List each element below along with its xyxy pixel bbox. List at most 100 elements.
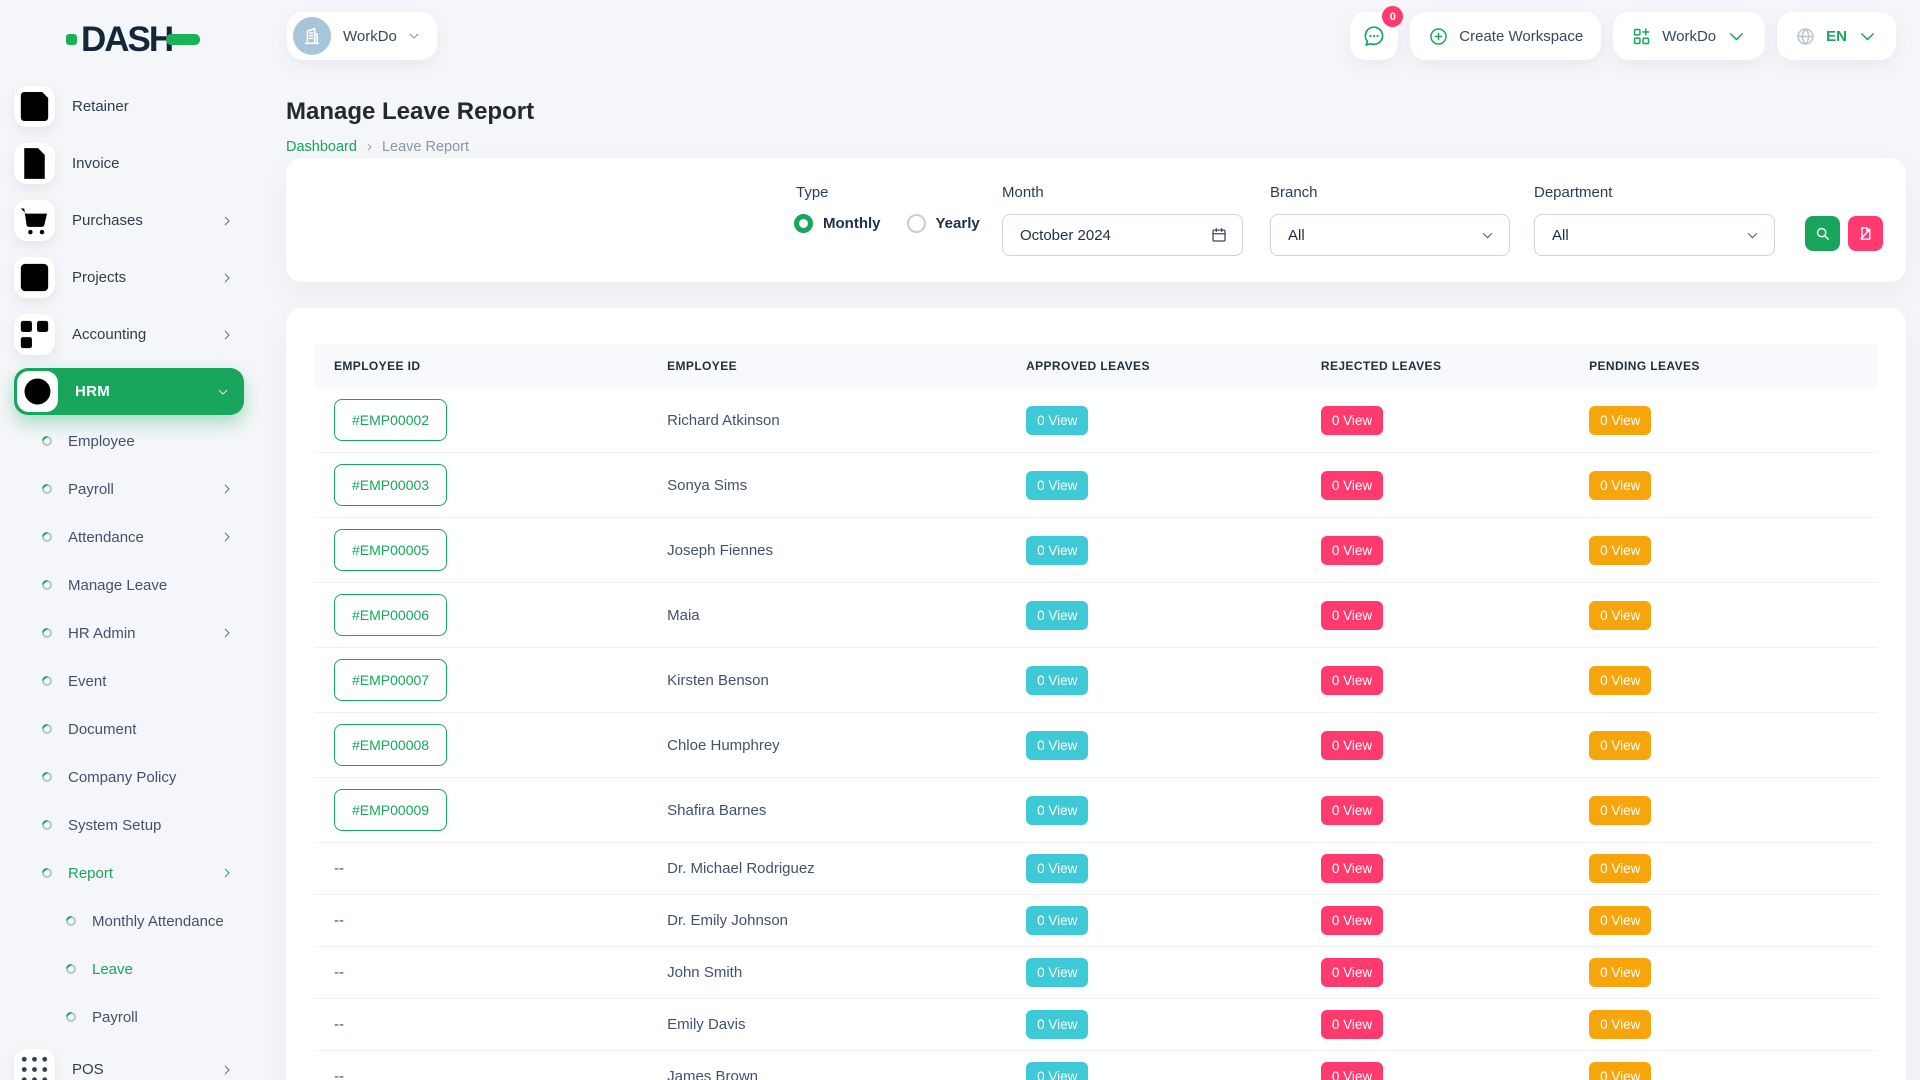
table-row: --Emily Davis0 View0 View0 View <box>314 998 1878 1050</box>
pending-view-badge[interactable]: 0 View <box>1589 666 1651 695</box>
rejected-leaves-cell: 0 View <box>1301 895 1569 946</box>
employee-id-badge[interactable]: #EMP00007 <box>334 659 447 701</box>
rejected-view-badge[interactable]: 0 View <box>1321 1010 1383 1039</box>
rejected-view-badge[interactable]: 0 View <box>1321 731 1383 760</box>
employee-name-cell: James Brown <box>647 1057 1006 1080</box>
sidebar-item-projects[interactable]: Projects <box>14 249 244 306</box>
employee-id-badge[interactable]: #EMP00009 <box>334 789 447 831</box>
pending-view-badge[interactable]: 0 View <box>1589 536 1651 565</box>
pending-view-badge[interactable]: 0 View <box>1589 1010 1651 1039</box>
employee-id-badge[interactable]: #EMP00003 <box>334 464 447 506</box>
breadcrumb-dashboard-link[interactable]: Dashboard <box>286 139 357 155</box>
approved-leaves-cell: 0 View <box>1006 947 1301 998</box>
sidebar-item-accounting[interactable]: Accounting <box>14 306 244 363</box>
sidebar-item-retainer[interactable]: Retainer <box>14 78 244 135</box>
approved-view-badge[interactable]: 0 View <box>1026 958 1088 987</box>
employee-id-badge[interactable]: #EMP00002 <box>334 399 447 441</box>
employee-id-cell: -- <box>314 1057 647 1080</box>
rejected-view-badge[interactable]: 0 View <box>1321 854 1383 883</box>
workspace-selector[interactable]: WorkDo <box>287 12 437 60</box>
rejected-view-badge[interactable]: 0 View <box>1321 471 1383 500</box>
sidebar-item-document[interactable]: Document <box>14 705 244 753</box>
employee-id-badge[interactable]: #EMP00008 <box>334 724 447 766</box>
sidebar-item-report[interactable]: Report <box>14 849 244 897</box>
breadcrumb-separator: › <box>367 138 372 155</box>
pending-view-badge[interactable]: 0 View <box>1589 1062 1651 1080</box>
chat-icon <box>1362 24 1386 48</box>
approved-view-badge[interactable]: 0 View <box>1026 1010 1088 1039</box>
bullet-icon <box>40 770 54 784</box>
pending-view-badge[interactable]: 0 View <box>1589 906 1651 935</box>
month-label: Month <box>1002 184 1044 201</box>
sidebar-item-attendance[interactable]: Attendance <box>14 513 244 561</box>
sidebar-item-pos[interactable]: POS <box>14 1041 244 1080</box>
department-select[interactable]: All <box>1534 214 1775 256</box>
messages-button[interactable]: 0 <box>1350 12 1398 60</box>
approved-view-badge[interactable]: 0 View <box>1026 471 1088 500</box>
column-header-approved-leaves: APPROVED LEAVES <box>1006 344 1301 388</box>
sidebar-item-payroll[interactable]: Payroll <box>14 465 244 513</box>
rejected-view-badge[interactable]: 0 View <box>1321 666 1383 695</box>
pending-view-badge[interactable]: 0 View <box>1589 601 1651 630</box>
sidebar-item-label: Invoice <box>72 155 120 172</box>
type-radio-yearly[interactable]: Yearly <box>907 214 980 233</box>
pending-view-badge[interactable]: 0 View <box>1589 958 1651 987</box>
employee-id-badge[interactable]: #EMP00006 <box>334 594 447 636</box>
table-row: #EMP00008Chloe Humphrey0 View0 View0 Vie… <box>314 712 1878 777</box>
sidebar-item-employee[interactable]: Employee <box>14 417 244 465</box>
approved-view-badge[interactable]: 0 View <box>1026 1062 1088 1080</box>
employee-id-empty: -- <box>334 860 344 877</box>
employee-name-cell: Emily Davis <box>647 1005 1006 1044</box>
sidebar-item-label: Report <box>68 865 113 882</box>
branch-select[interactable]: All <box>1270 214 1510 256</box>
sidebar-item-purchases[interactable]: Purchases <box>14 192 244 249</box>
language-selector[interactable]: EN <box>1777 12 1896 60</box>
rejected-view-badge[interactable]: 0 View <box>1321 1062 1383 1080</box>
create-workspace-button[interactable]: Create Workspace <box>1410 12 1601 60</box>
approved-view-badge[interactable]: 0 View <box>1026 796 1088 825</box>
rejected-view-badge[interactable]: 0 View <box>1321 406 1383 435</box>
approved-view-badge[interactable]: 0 View <box>1026 601 1088 630</box>
month-input[interactable]: October 2024 <box>1002 214 1243 256</box>
sidebar-item-monthly-attendance[interactable]: Monthly Attendance <box>14 897 244 945</box>
pending-view-badge[interactable]: 0 View <box>1589 406 1651 435</box>
approved-view-badge[interactable]: 0 View <box>1026 666 1088 695</box>
rejected-view-badge[interactable]: 0 View <box>1321 796 1383 825</box>
rejected-view-badge[interactable]: 0 View <box>1321 601 1383 630</box>
reset-button[interactable] <box>1848 216 1883 251</box>
sidebar-item-hrm[interactable]: HRM <box>14 368 244 415</box>
sidebar-item-invoice[interactable]: Invoice <box>14 135 244 192</box>
sidebar-item-label: System Setup <box>68 817 161 834</box>
dash-logo[interactable]: DASH <box>66 22 200 57</box>
rejected-view-badge[interactable]: 0 View <box>1321 536 1383 565</box>
approved-view-badge[interactable]: 0 View <box>1026 406 1088 435</box>
sidebar-item-manage-leave[interactable]: Manage Leave <box>14 561 244 609</box>
sidebar-item-payroll[interactable]: Payroll <box>14 993 244 1041</box>
approved-view-badge[interactable]: 0 View <box>1026 536 1088 565</box>
chevron-right-icon <box>220 271 234 285</box>
pending-view-badge[interactable]: 0 View <box>1589 731 1651 760</box>
employee-id-badge[interactable]: #EMP00005 <box>334 529 447 571</box>
rejected-view-badge[interactable]: 0 View <box>1321 958 1383 987</box>
search-button[interactable] <box>1805 216 1840 251</box>
rejected-view-badge[interactable]: 0 View <box>1321 906 1383 935</box>
sidebar-item-hr-admin[interactable]: HR Admin <box>14 609 244 657</box>
pending-view-badge[interactable]: 0 View <box>1589 854 1651 883</box>
type-radio-monthly[interactable]: Monthly <box>794 214 881 233</box>
employee-id-cell: #EMP00009 <box>314 778 647 842</box>
sidebar-item-system-setup[interactable]: System Setup <box>14 801 244 849</box>
table-row: --Dr. Michael Rodriguez0 View0 View0 Vie… <box>314 842 1878 894</box>
sidebar-item-label: Employee <box>68 433 135 450</box>
sidebar-item-company-policy[interactable]: Company Policy <box>14 753 244 801</box>
workdo-menu-button[interactable]: WorkDo <box>1613 12 1765 60</box>
pending-view-badge[interactable]: 0 View <box>1589 796 1651 825</box>
sidebar-item-label: Payroll <box>92 1009 138 1026</box>
workspace-name: WorkDo <box>343 28 397 45</box>
approved-view-badge[interactable]: 0 View <box>1026 906 1088 935</box>
sidebar-item-leave[interactable]: Leave <box>14 945 244 993</box>
pending-view-badge[interactable]: 0 View <box>1589 471 1651 500</box>
sidebar-item-event[interactable]: Event <box>14 657 244 705</box>
approved-view-badge[interactable]: 0 View <box>1026 731 1088 760</box>
department-label: Department <box>1534 184 1612 201</box>
approved-view-badge[interactable]: 0 View <box>1026 854 1088 883</box>
